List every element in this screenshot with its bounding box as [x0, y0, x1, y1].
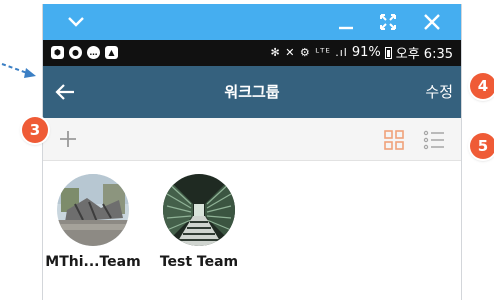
toolbar [43, 118, 461, 161]
network-indicators: ✻ ✕ ⚙ ᴸᵀᴱ .ıl [270, 46, 348, 59]
grid-view-button[interactable] [381, 127, 407, 153]
expand-icon [380, 14, 396, 30]
close-icon [424, 14, 440, 30]
team-name: MThi...Team [45, 254, 141, 270]
team-card[interactable]: MThi...Team [43, 174, 148, 270]
callout-badge: 5 [470, 133, 494, 159]
list-view-button[interactable] [421, 127, 447, 153]
emulator-window: ⬢ ● … ▲ ✻ ✕ ⚙ ᴸᵀᴱ .ıl 91% 오후 6:35 워크그룹 수… [42, 4, 462, 300]
grid-view-icon [384, 130, 404, 150]
minimize-button[interactable] [331, 4, 361, 40]
close-button[interactable] [417, 4, 447, 40]
minimize-icon [339, 26, 353, 30]
annotation-arrow [1, 63, 36, 78]
list-view-icon [423, 130, 444, 150]
team-photo-icon [57, 174, 129, 246]
team-avatar [163, 174, 235, 246]
edit-button[interactable]: 수정 [425, 81, 453, 102]
chat-icon: … [87, 46, 100, 59]
status-right: ✻ ✕ ⚙ ᴸᵀᴱ .ıl 91% 오후 6:35 [270, 43, 453, 62]
app-header: 워크그룹 수정 [43, 66, 461, 118]
battery-icon [384, 46, 392, 59]
screenshot-stage: ⬢ ● … ▲ ✻ ✕ ⚙ ᴸᵀᴱ .ıl 91% 오후 6:35 워크그룹 수… [0, 0, 494, 300]
callout-badge: 3 [22, 117, 48, 143]
circle-icon: ● [69, 46, 82, 59]
callout-badge: 4 [470, 73, 494, 99]
plus-icon [60, 131, 76, 147]
expand-button[interactable] [373, 4, 403, 40]
collapse-button[interactable] [61, 4, 91, 40]
team-photo-icon [163, 174, 235, 246]
clock: 오후 6:35 [395, 47, 453, 62]
app-icon: ⬢ [51, 46, 64, 59]
battery-percent: 91% [351, 45, 381, 60]
page-title: 워크그룹 [224, 83, 280, 101]
chevron-down-icon [68, 17, 84, 27]
android-statusbar: ⬢ ● … ▲ ✻ ✕ ⚙ ᴸᵀᴱ .ıl 91% 오후 6:35 [43, 40, 461, 66]
team-avatar [57, 174, 129, 246]
window-titlebar [43, 4, 461, 40]
add-team-button[interactable] [55, 126, 81, 152]
image-icon: ▲ [105, 46, 118, 59]
team-name: Test Team [159, 254, 239, 270]
team-card[interactable]: Test Team [144, 174, 254, 270]
notification-icons: ⬢ ● … ▲ [51, 46, 118, 59]
